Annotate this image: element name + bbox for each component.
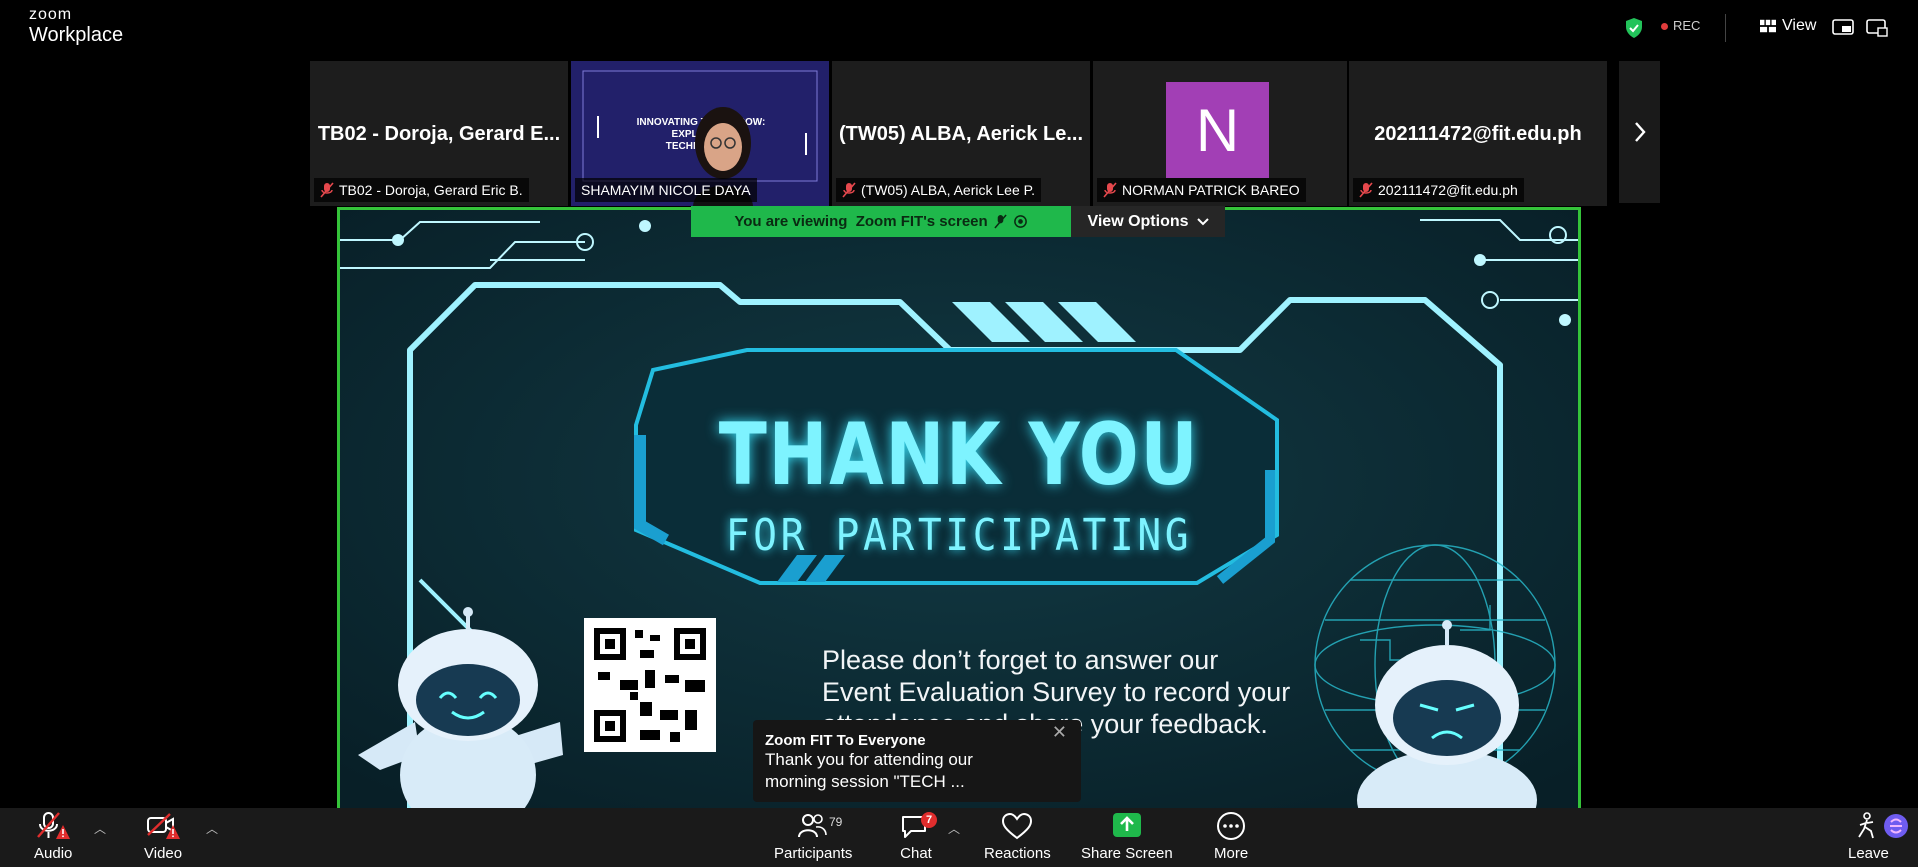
participant-tile-alba[interactable]: (TW05) ALBA, Aerick Le... (TW05) ALBA, A… bbox=[832, 61, 1090, 206]
share-screen-button[interactable]: Share Screen bbox=[1081, 811, 1173, 862]
view-options-button[interactable]: View Options bbox=[1071, 206, 1225, 237]
mic-muted-icon bbox=[994, 214, 1007, 229]
close-icon[interactable]: ✕ bbox=[1052, 722, 1067, 743]
rec-label: REC bbox=[1673, 18, 1701, 33]
recording-indicator[interactable]: REC bbox=[1661, 18, 1700, 33]
mic-muted-icon bbox=[1103, 182, 1117, 198]
mic-muted-icon bbox=[1359, 182, 1373, 198]
reactions-label: Reactions bbox=[984, 845, 1051, 862]
audio-label: Audio bbox=[34, 845, 73, 862]
mic-muted-icon bbox=[842, 182, 856, 198]
audio-button[interactable]: Audio bbox=[34, 811, 72, 862]
participant-tile-email[interactable]: 202111472@fit.edu.ph 202111472@fit.edu.p… bbox=[1349, 61, 1607, 206]
participant-tile-doroja[interactable]: TB02 - Doroja, Gerard E... TB02 - Doroja… bbox=[310, 61, 568, 206]
more-button[interactable]: More bbox=[1214, 811, 1248, 862]
bottom-toolbar: Audio ︿ Video ︿ Participants 79 Chat 7 ︿ bbox=[0, 808, 1918, 867]
participant-name: TB02 - Doroja, Gerard Eric B. bbox=[339, 182, 523, 198]
picture-in-picture-icon[interactable] bbox=[1832, 19, 1854, 37]
share-screen-label: Share Screen bbox=[1081, 845, 1173, 862]
brand-bottom: Workplace bbox=[29, 24, 124, 46]
minimize-window-icon[interactable] bbox=[1866, 19, 1888, 37]
chevron-right-icon bbox=[1634, 122, 1646, 142]
chat-unread-badge: 7 bbox=[921, 812, 937, 828]
chat-sender: Zoom FIT To Everyone bbox=[765, 732, 926, 749]
share-banner: You are viewing Zoom FIT's screen bbox=[691, 206, 1071, 237]
more-label: More bbox=[1214, 845, 1249, 862]
participants-count: 79 bbox=[829, 815, 843, 829]
survey-line: Event Evaluation Survey to record your bbox=[822, 677, 1291, 707]
video-button[interactable]: Video bbox=[144, 811, 182, 862]
participants-icon bbox=[798, 814, 827, 838]
participant-name: (TW05) ALBA, Aerick Lee P. bbox=[861, 182, 1036, 198]
more-icon bbox=[1217, 812, 1246, 840]
participant-display-name: TB02 - Doroja, Gerard E... bbox=[317, 123, 561, 145]
leave-icon bbox=[1858, 812, 1875, 839]
chat-message: Thank you for attending our morning sess… bbox=[765, 750, 973, 791]
participants-label: Participants bbox=[774, 845, 853, 862]
nameplate: SHAMAYIM NICOLE DAYA bbox=[575, 178, 757, 202]
top-bar: zoom Workplace REC View bbox=[0, 0, 1918, 58]
shield-icon[interactable] bbox=[1624, 17, 1644, 39]
ai-companion-icon[interactable] bbox=[1882, 812, 1910, 840]
zoom-logo: zoom Workplace bbox=[29, 6, 124, 46]
brand-top: zoom bbox=[29, 6, 73, 23]
avatar: N bbox=[1166, 82, 1269, 178]
next-page-button[interactable] bbox=[1619, 61, 1660, 203]
share-screen-icon bbox=[1112, 813, 1141, 837]
video-options-chevron-icon[interactable]: ︿ bbox=[206, 820, 218, 837]
heart-icon bbox=[1002, 812, 1033, 840]
survey-line: Please don’t forget to answer our bbox=[822, 645, 1219, 675]
stop-share-icon[interactable] bbox=[1013, 214, 1028, 229]
nameplate: 202111472@fit.edu.ph bbox=[1353, 178, 1524, 202]
chat-options-chevron-icon[interactable]: ︿ bbox=[948, 820, 960, 837]
video-off-icon bbox=[147, 813, 181, 839]
mic-muted-icon bbox=[37, 812, 71, 839]
slide-subtitle: FOR PARTICIPATING bbox=[725, 510, 1193, 561]
view-label: View bbox=[1782, 17, 1817, 34]
participant-tile-shamayim[interactable]: INNOVATING TOMORROW: EXPLORING TECHNOLOG… bbox=[571, 61, 829, 206]
share-banner-text: You are viewing Zoom FIT's screen bbox=[734, 213, 988, 230]
nameplate: NORMAN PATRICK BAREO bbox=[1097, 178, 1306, 202]
audio-options-chevron-icon[interactable]: ︿ bbox=[94, 820, 106, 837]
leave-label: Leave bbox=[1848, 845, 1889, 862]
video-label: Video bbox=[144, 845, 183, 862]
view-options-label: View Options bbox=[1087, 212, 1189, 230]
view-button[interactable]: View bbox=[1760, 17, 1816, 35]
participant-tile-bareo[interactable]: N NORMAN PATRICK BAREO bbox=[1093, 61, 1347, 206]
grid-view-icon bbox=[1760, 19, 1776, 33]
chevron-down-icon bbox=[1196, 217, 1209, 225]
chat-notification[interactable]: ✕ Zoom FIT To Everyone Thank you for att… bbox=[753, 720, 1081, 802]
chat-label: Chat bbox=[900, 845, 932, 862]
avatar-letter: N bbox=[1195, 96, 1240, 164]
participant-display-name: 202111472@fit.edu.ph bbox=[1374, 123, 1582, 145]
nameplate: TB02 - Doroja, Gerard Eric B. bbox=[314, 178, 529, 202]
nameplate: (TW05) ALBA, Aerick Lee P. bbox=[836, 178, 1042, 202]
record-dot-icon bbox=[1661, 23, 1668, 31]
participant-name: 202111472@fit.edu.ph bbox=[1378, 182, 1518, 198]
reactions-button[interactable]: Reactions bbox=[984, 811, 1051, 862]
participant-display-name: (TW05) ALBA, Aerick Le... bbox=[838, 123, 1084, 145]
mic-muted-icon bbox=[320, 182, 334, 198]
participant-name: NORMAN PATRICK BAREO bbox=[1122, 182, 1300, 198]
divider bbox=[1725, 14, 1726, 42]
slide-title: THANK YOU bbox=[718, 405, 1200, 505]
participant-name: SHAMAYIM NICOLE DAYA bbox=[581, 182, 751, 198]
